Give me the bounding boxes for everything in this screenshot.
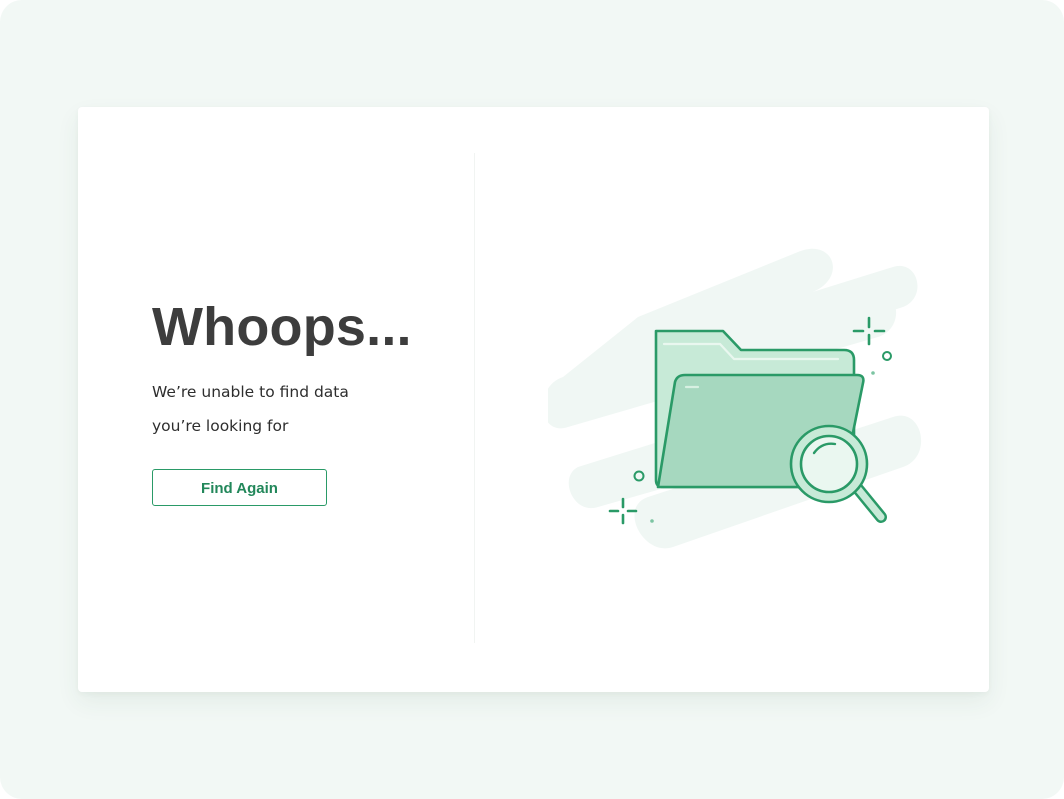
empty-state-illustration (548, 248, 922, 549)
error-message: We’re unable to find data you’re looking… (152, 383, 349, 435)
page-background: Whoops... We’re unable to find data you’… (0, 0, 1064, 799)
dot-icon (871, 371, 875, 375)
circle-icon (882, 351, 892, 361)
error-title: Whoops... (152, 297, 412, 357)
dot-icon (650, 519, 654, 523)
divider (474, 153, 475, 643)
error-card: Whoops... We’re unable to find data you’… (78, 107, 989, 692)
error-content: Whoops... We’re unable to find data you’… (152, 297, 452, 506)
sparkle-icon (608, 497, 638, 525)
find-again-button[interactable]: Find Again (152, 469, 327, 506)
